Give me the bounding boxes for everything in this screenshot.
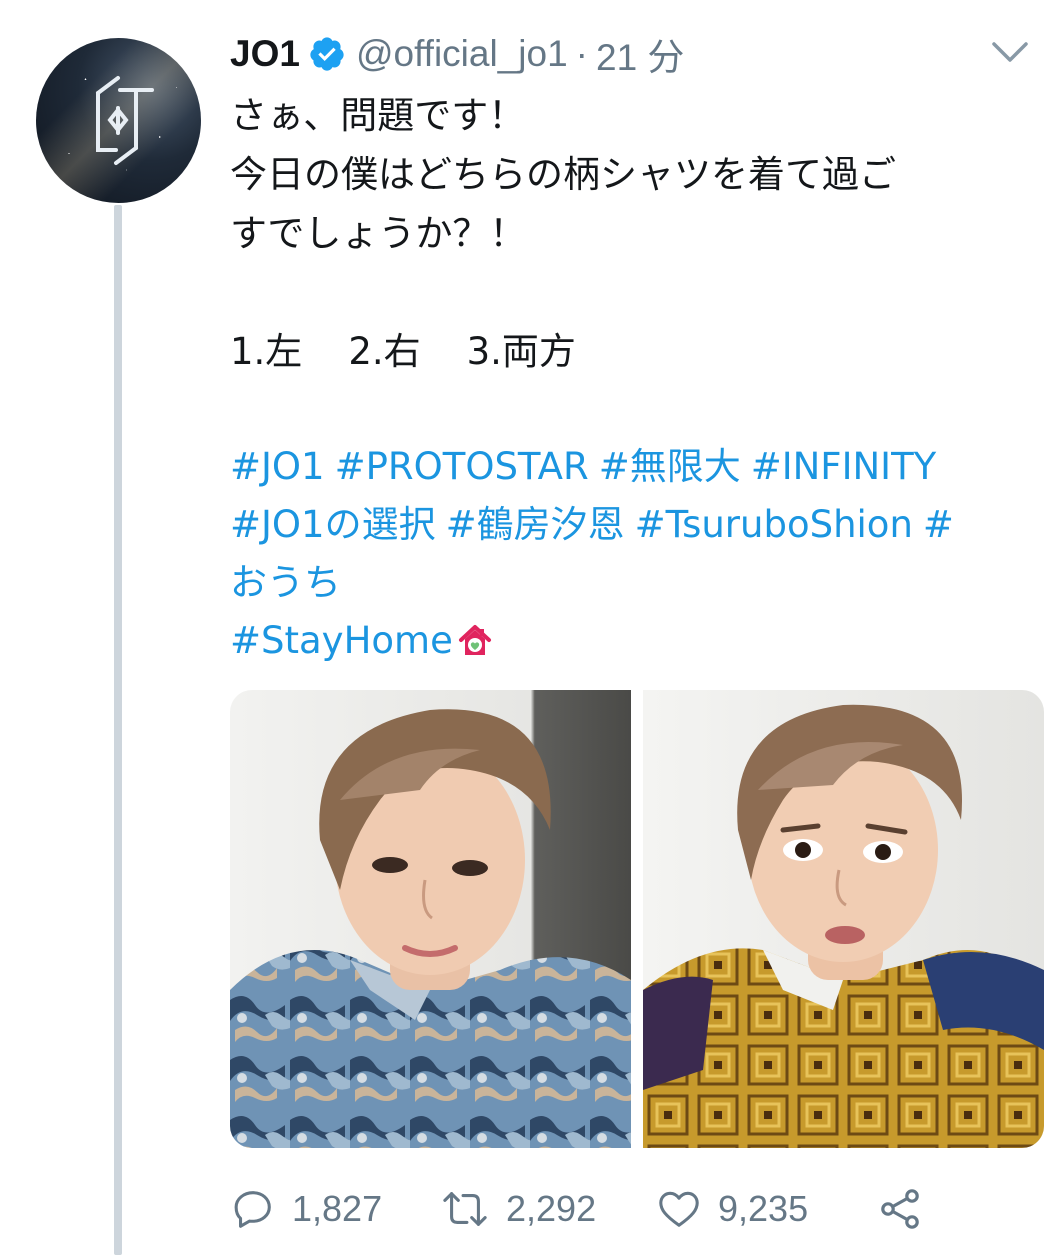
answer-choices: 1.左 2.右 3.両方 xyxy=(230,322,1030,381)
reply-icon xyxy=(234,1191,271,1228)
choice-both: 3.両方 xyxy=(466,330,576,373)
retweet-button[interactable]: 2,292 xyxy=(440,1186,656,1232)
tweet-timestamp[interactable]: 21 分 xyxy=(596,27,684,81)
hashtag-link[interactable]: #TsuruboShion xyxy=(635,503,913,546)
hashtag-link[interactable]: #無限大 xyxy=(599,445,741,488)
choice-left: 1.左 xyxy=(230,330,303,373)
right-photo[interactable] xyxy=(643,690,1044,1148)
reply-button[interactable]: 1,827 xyxy=(230,1186,440,1232)
jo1-logo-icon xyxy=(96,76,154,165)
author-display-name[interactable]: JO1 xyxy=(230,33,300,75)
hashtag-link[interactable]: おうち xyxy=(230,554,1040,612)
tweet-body-text: さぁ、問題です！ 今日の僕はどちらの柄シャツを着て過ご すでしょうか？！ 1.左… xyxy=(230,86,1030,381)
house-with-heart-icon xyxy=(457,618,493,676)
tweet-actions-bar: 1,827 2,292 9,235 xyxy=(230,1178,1050,1240)
hashtag-link[interactable]: #JO1の選択 xyxy=(230,503,436,546)
tweet-text-line: 今日の僕はどちらの柄シャツを着て過ご xyxy=(230,153,896,196)
reply-count: 1,827 xyxy=(292,1188,383,1229)
heart-icon xyxy=(659,1191,699,1227)
avatar[interactable] xyxy=(36,38,201,203)
chevron-down-icon[interactable] xyxy=(988,34,1032,70)
tweet-text-line: さぁ、問題です！ xyxy=(230,94,526,137)
tweet-header: JO1 @official_jo1 · 21 分 xyxy=(230,28,1050,80)
choice-right: 2.右 xyxy=(348,330,421,373)
tweet-text-line: すでしょうか？！ xyxy=(230,212,527,255)
hashtag-link[interactable]: #PROTOSTAR xyxy=(335,445,589,488)
tweet-media-grid xyxy=(230,690,1044,1148)
verified-badge-icon xyxy=(308,35,346,73)
hashtag-link[interactable]: #鶴房汐恩 xyxy=(446,503,625,546)
share-icon xyxy=(881,1189,919,1229)
hashtag-link[interactable]: #StayHome xyxy=(230,619,453,662)
like-count: 9,235 xyxy=(718,1188,809,1229)
share-button[interactable] xyxy=(876,1185,940,1233)
thread-connector-line xyxy=(114,205,122,1255)
hashtag-link[interactable]: #INFINITY xyxy=(751,445,937,488)
like-button[interactable]: 9,235 xyxy=(656,1186,876,1232)
hashtag-link[interactable]: # xyxy=(923,503,954,546)
hashtag-block: #JO1 #PROTOSTAR #無限大 #INFINITY #JO1の選択 #鶴房汐恩… xyxy=(230,438,1040,676)
author-handle[interactable]: @official_jo1 xyxy=(356,33,568,75)
dot-separator: · xyxy=(575,33,588,74)
retweet-count: 2,292 xyxy=(506,1188,597,1229)
hashtag-link[interactable]: #JO1 xyxy=(230,445,325,488)
left-photo[interactable] xyxy=(230,690,631,1148)
retweet-icon xyxy=(443,1192,487,1226)
